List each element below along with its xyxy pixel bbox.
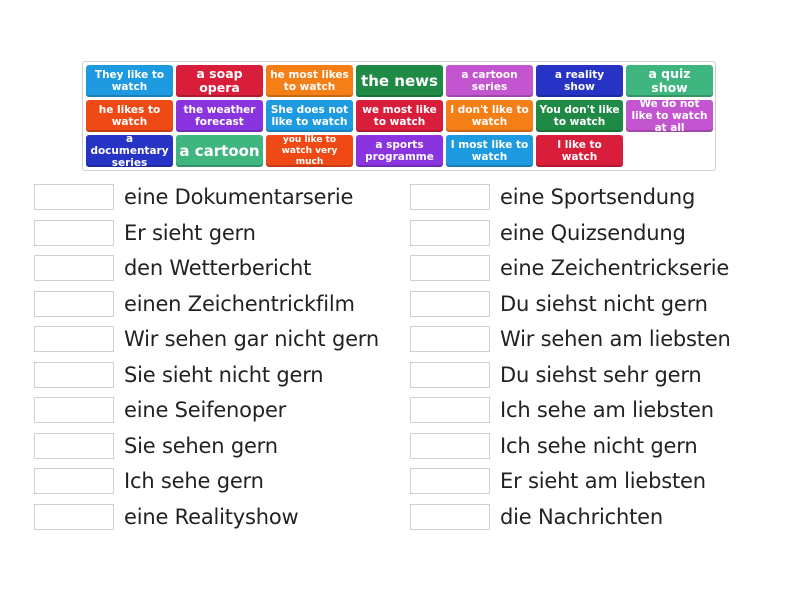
answer-tile-tray: They like to watch a soap opera he most li… xyxy=(82,61,716,171)
prompt-label: eine Dokumentarserie xyxy=(124,185,354,209)
prompt-label: Ich sehe gern xyxy=(124,469,264,493)
prompt-label: eine Quizsendung xyxy=(500,220,686,245)
drop-slot[interactable] xyxy=(410,397,490,423)
drop-slot[interactable] xyxy=(34,184,114,210)
drop-slot[interactable] xyxy=(410,503,490,530)
drop-slot[interactable] xyxy=(34,255,114,281)
prompt-label: Er sieht gern xyxy=(124,220,256,245)
prompt-label: Sie sehen gern xyxy=(124,433,278,458)
prompt-label: den Wetterbericht xyxy=(124,256,312,280)
answer-tile[interactable]: he most likes to watch xyxy=(266,65,353,97)
drop-slot[interactable] xyxy=(34,432,114,459)
prompt-label: einen Zeichentrickfilm xyxy=(124,291,355,316)
answer-tile[interactable]: They like to watch xyxy=(86,65,173,97)
drop-slot[interactable] xyxy=(34,326,114,352)
answer-tile[interactable]: I don't like to watch xyxy=(446,100,533,132)
answer-tile[interactable]: You don't like to watch xyxy=(536,100,623,132)
answer-tile[interactable]: he likes to watch xyxy=(86,100,173,132)
prompt-label: Wir sehen am liebsten xyxy=(500,327,731,351)
drop-slot[interactable] xyxy=(410,468,490,494)
drop-slot[interactable] xyxy=(410,432,490,459)
prompt-label: Ich sehe am liebsten xyxy=(500,398,714,422)
drop-slot[interactable] xyxy=(34,290,114,317)
drop-slot[interactable] xyxy=(410,255,490,281)
answer-tile[interactable]: the news xyxy=(356,65,443,97)
drop-slot[interactable] xyxy=(410,326,490,352)
prompt-label: die Nachrichten xyxy=(500,504,663,529)
answer-tile[interactable]: a documentary series xyxy=(86,133,173,169)
prompt-label: eine Seifenoper xyxy=(124,398,287,422)
drop-slot[interactable] xyxy=(410,184,490,210)
prompt-label: eine Zeichentrickserie xyxy=(500,256,730,280)
prompt-label: eine Realityshow xyxy=(124,504,299,529)
answer-tile[interactable]: a cartoon xyxy=(176,135,263,167)
answer-tile[interactable]: a reality show xyxy=(536,65,623,97)
drop-slot[interactable] xyxy=(34,219,114,246)
answer-tile[interactable]: I most like to watch xyxy=(446,135,533,167)
drop-slot[interactable] xyxy=(34,503,114,530)
drop-slot[interactable] xyxy=(34,397,114,423)
drop-slot[interactable] xyxy=(410,219,490,246)
answer-tile[interactable]: a cartoon series xyxy=(446,65,533,97)
drop-slot[interactable] xyxy=(34,468,114,494)
answer-tile[interactable]: we most like to watch xyxy=(356,100,443,132)
prompt-label: Er sieht am liebsten xyxy=(500,469,706,493)
answer-tile[interactable]: I like to watch xyxy=(536,135,623,167)
answer-tile[interactable]: a sports programme xyxy=(356,135,443,167)
prompt-label: Du siehst nicht gern xyxy=(500,291,708,316)
prompt-label: Du siehst sehr gern xyxy=(500,362,702,387)
answer-tile[interactable]: a soap opera xyxy=(176,65,263,97)
answer-tile[interactable]: the weather forecast xyxy=(176,100,263,132)
answer-tile[interactable]: We do not like to watch at all xyxy=(626,98,713,134)
drop-slot[interactable] xyxy=(410,361,490,388)
prompt-label: eine Sportsendung xyxy=(500,185,696,209)
prompt-label: Wir sehen gar nicht gern xyxy=(124,327,379,351)
prompt-label: Ich sehe nicht gern xyxy=(500,433,698,458)
answer-tile[interactable]: She does not like to watch xyxy=(266,100,353,132)
drop-slot[interactable] xyxy=(34,361,114,388)
answer-tile[interactable]: you like to watch very much xyxy=(266,135,353,167)
answer-tile[interactable]: a quiz show xyxy=(626,65,713,97)
prompt-label: Sie sieht nicht gern xyxy=(124,362,324,387)
drop-slot[interactable] xyxy=(410,290,490,317)
